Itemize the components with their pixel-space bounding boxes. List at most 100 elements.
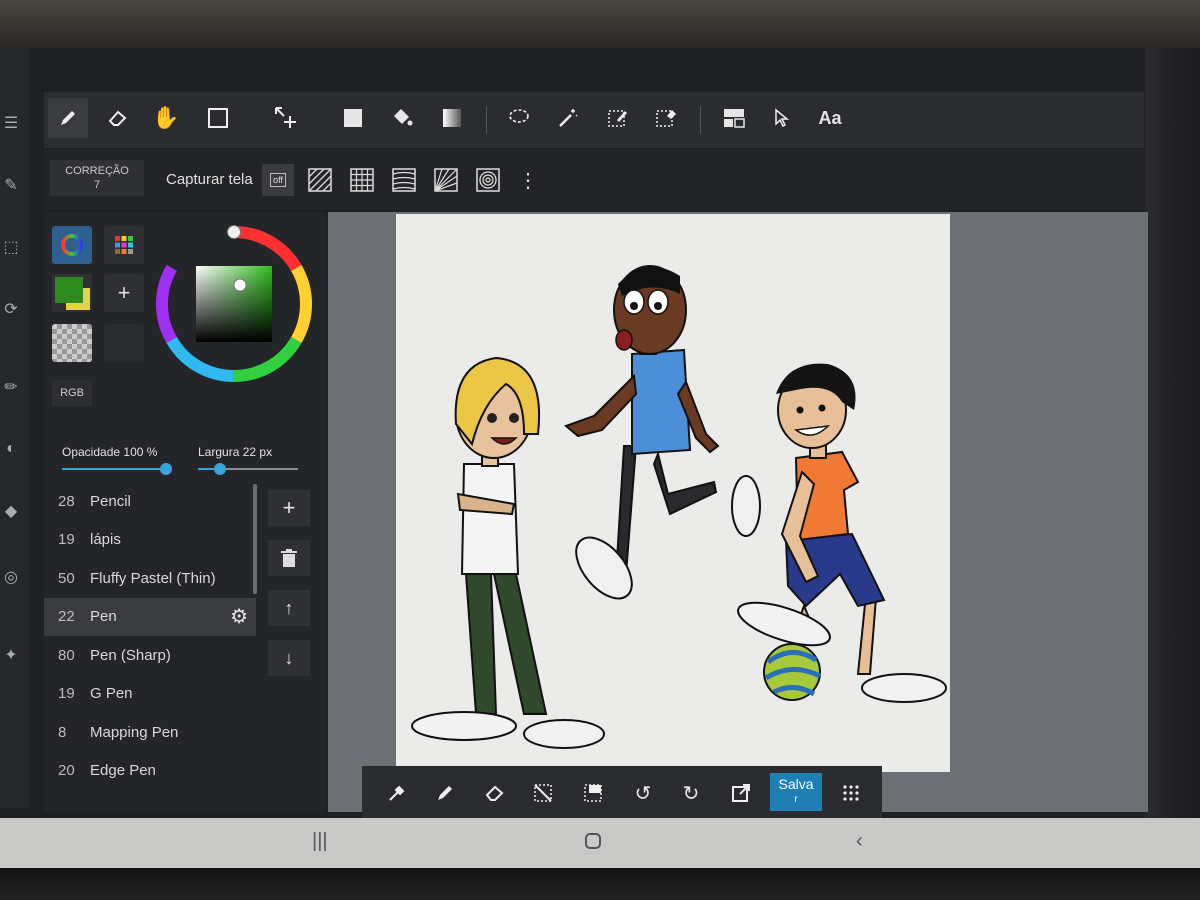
brush-size: 22 xyxy=(58,608,75,625)
opacity-label-group: Opacidade 100 % xyxy=(62,445,157,459)
transparent-color-button[interactable] xyxy=(52,324,92,362)
sv-shade xyxy=(196,266,272,342)
bottom-pen-button[interactable] xyxy=(430,778,460,808)
snap-off-button[interactable]: off xyxy=(262,164,294,196)
save-button[interactable]: Salva r xyxy=(770,773,822,811)
select-pen-tool-button[interactable] xyxy=(598,98,638,138)
palette-grid-tab[interactable] xyxy=(104,226,144,264)
pin-icon[interactable]: ✦ xyxy=(0,644,22,666)
brush-row[interactable]: 80 Pen (Sharp) xyxy=(44,636,256,674)
home-icon[interactable] xyxy=(584,832,602,856)
menu-grid-icon xyxy=(843,785,859,801)
bottom-eraser-button[interactable] xyxy=(480,778,510,808)
color-wheel-icon xyxy=(61,234,83,256)
snap-grid-button[interactable] xyxy=(346,164,378,196)
delete-brush-button[interactable] xyxy=(268,540,310,576)
add-color-button[interactable]: + xyxy=(104,274,144,312)
hand-tool-button[interactable]: ✋ xyxy=(146,98,186,138)
select-pen-icon xyxy=(608,110,627,127)
blue-shirt-boy-figure xyxy=(564,265,761,600)
transform-icon xyxy=(584,784,602,802)
layer-panel-button[interactable] xyxy=(714,98,754,138)
brush-row[interactable]: 50 Fluffy Pastel (Thin) xyxy=(44,559,256,597)
toolbar-divider xyxy=(700,106,701,134)
add-brush-button[interactable]: + xyxy=(268,490,310,526)
edit-icon[interactable]: ✎ xyxy=(0,174,22,196)
eyedropper-button[interactable] xyxy=(382,778,412,808)
menu-icon[interactable]: ☰ xyxy=(0,112,22,134)
palette-icon[interactable]: ◐ xyxy=(0,438,22,460)
orange-shirt-boy-figure xyxy=(737,363,947,703)
primary-color xyxy=(55,277,83,303)
move-brush-down-button[interactable]: ↓ xyxy=(268,640,310,676)
move-tool-button[interactable] xyxy=(266,98,306,138)
drawing-canvas[interactable] xyxy=(396,214,950,772)
brush-name: Mapping Pen xyxy=(90,723,179,741)
deselect-icon xyxy=(534,784,552,802)
color-wheel-tab[interactable] xyxy=(52,226,92,264)
gradient-tool-button[interactable] xyxy=(432,98,472,138)
export-button[interactable] xyxy=(726,778,756,808)
radial-lines-icon xyxy=(434,168,458,192)
snap-parallel-button[interactable] xyxy=(304,164,336,196)
lasso-tool-button[interactable] xyxy=(498,98,538,138)
brush-row[interactable]: 19 lápis xyxy=(44,521,256,559)
move-brush-up-button[interactable]: ↑ xyxy=(268,590,310,626)
brush-icon[interactable]: ✏ xyxy=(0,376,22,398)
width-slider-knob[interactable] xyxy=(214,463,226,475)
selection-icon[interactable]: ⬚ xyxy=(0,236,22,258)
menu-grid-button[interactable] xyxy=(836,778,866,808)
gear-icon[interactable]: ⚙ xyxy=(230,604,248,629)
magic-wand-tool-button[interactable] xyxy=(548,98,588,138)
undo-button[interactable]: ↺ xyxy=(628,778,658,808)
brush-name: Edge Pen xyxy=(90,762,156,779)
brush-size: 50 xyxy=(58,569,75,587)
brush-list-scrollbar[interactable] xyxy=(253,484,257,594)
opacity-slider-fill xyxy=(62,468,166,470)
back-icon[interactable]: ‹ xyxy=(856,830,863,853)
brush-name: Fluffy Pastel (Thin) xyxy=(90,569,216,587)
plus-icon: + xyxy=(282,495,296,520)
pointer-tool-button[interactable] xyxy=(762,98,802,138)
pen-icon xyxy=(438,786,452,800)
select-eraser-tool-button[interactable] xyxy=(646,98,686,138)
text-tool-button[interactable]: Aa xyxy=(810,98,850,138)
empty-swatch[interactable] xyxy=(104,324,144,362)
fill-tool-button[interactable] xyxy=(333,98,373,138)
rotate-icon[interactable]: ⟳ xyxy=(0,298,22,320)
brush-row[interactable]: 22 Pen ⚙ xyxy=(44,597,256,636)
correction-button[interactable]: CORREÇÃO 7 xyxy=(50,160,144,196)
brush-row[interactable]: 20 Edge Pen xyxy=(44,752,256,790)
bucket-tool-button[interactable] xyxy=(382,98,422,138)
brush-row[interactable]: 8 Mapping Pen xyxy=(44,713,256,751)
eraser-tool-button[interactable] xyxy=(98,98,138,138)
current-color-swatch[interactable] xyxy=(52,274,92,312)
brush-size: 28 xyxy=(58,492,75,510)
snap-radial-button[interactable] xyxy=(430,164,462,196)
pen-tool-button[interactable] xyxy=(48,98,88,138)
toolbar-divider xyxy=(486,106,487,134)
brush-row[interactable]: 28 Pencil xyxy=(44,482,256,520)
layers-icon[interactable]: ◆ xyxy=(0,500,22,522)
transform-button[interactable] xyxy=(578,778,608,808)
more-options-button[interactable]: ⋮ xyxy=(512,164,544,196)
redo-button[interactable]: ↻ xyxy=(676,778,706,808)
brush-size: 19 xyxy=(58,685,75,702)
sv-picker-knob[interactable] xyxy=(233,278,247,292)
opacity-slider-knob[interactable] xyxy=(160,463,172,475)
brush-name: Pen (Sharp) xyxy=(90,646,171,664)
concentric-circles-icon xyxy=(476,168,500,192)
snap-circle-button[interactable] xyxy=(472,164,504,196)
rgb-mode-button[interactable]: RGB xyxy=(52,380,92,406)
snap-curve-button[interactable] xyxy=(388,164,420,196)
plus-icon: + xyxy=(117,280,131,305)
recent-apps-icon[interactable]: ||| xyxy=(312,830,328,853)
opacity-label: Opacidade xyxy=(62,445,121,459)
shape-tool-button[interactable] xyxy=(198,98,238,138)
snap-label: Capturar tela xyxy=(166,171,253,188)
materials-icon[interactable]: ◎ xyxy=(0,566,22,588)
brush-row[interactable]: 19 G Pen xyxy=(44,675,256,713)
hue-picker-knob[interactable] xyxy=(227,225,241,239)
color-wheel[interactable] xyxy=(150,220,318,388)
deselect-button[interactable] xyxy=(528,778,558,808)
